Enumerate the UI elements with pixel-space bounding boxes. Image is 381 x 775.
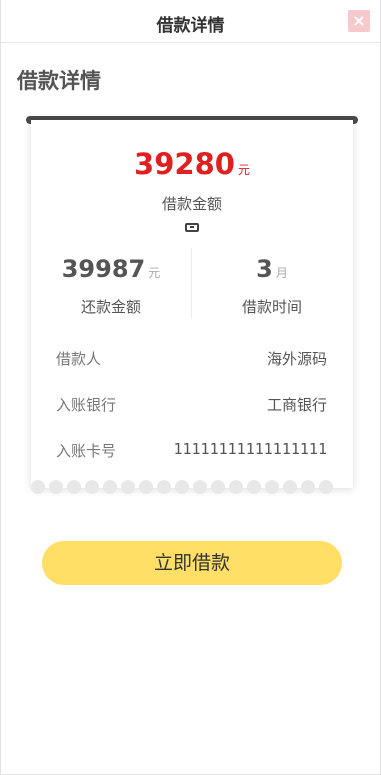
- loan-amount-unit: 元: [237, 163, 250, 177]
- page: 借款详情 × 借款详情 39280 元 借款金额 39987 元 3月 还款金额 借…: [0, 0, 381, 775]
- loan-term-value: 3: [256, 255, 273, 283]
- detail-row-card-number: 入账卡号 11111111111111111: [56, 440, 327, 462]
- repay-amount: 39987 元: [31, 255, 191, 283]
- detail-key: 借款人: [56, 350, 102, 368]
- top-nav: 借款详情 ×: [1, 0, 380, 43]
- detail-value: 工商银行: [266, 396, 327, 414]
- detail-key: 入账银行: [56, 396, 117, 414]
- repay-amount-unit: 元: [148, 266, 161, 280]
- repay-amount-value: 39987: [61, 255, 146, 283]
- ticket-icon: [185, 223, 199, 232]
- receipt-scallop-edge: [31, 480, 353, 496]
- loan-term-label: 借款时间: [241, 298, 302, 316]
- detail-row-bank: 入账银行 工商银行: [56, 394, 327, 416]
- page-title: 借款详情: [17, 69, 101, 93]
- repay-amount-label: 还款金额: [80, 298, 141, 316]
- detail-value: 海外源码: [266, 350, 327, 368]
- loan-term: 3月: [192, 255, 352, 283]
- nav-title: 借款详情: [156, 16, 225, 36]
- close-icon[interactable]: ×: [348, 10, 370, 32]
- detail-value: 11111111111111111: [173, 440, 327, 458]
- borrow-now-button[interactable]: 立即借款: [42, 541, 342, 585]
- loan-amount-value: 39280: [134, 147, 235, 181]
- detail-key: 入账卡号: [56, 442, 117, 460]
- loan-term-unit: 月: [275, 266, 288, 280]
- loan-amount: 39280 元: [31, 147, 353, 181]
- detail-row-borrower: 借款人 海外源码: [56, 348, 327, 370]
- loan-receipt-card: 39280 元 借款金额 39987 元 3月 还款金额 借款时间 借款人 海外源码…: [31, 120, 353, 488]
- loan-amount-label: 借款金额: [161, 195, 222, 213]
